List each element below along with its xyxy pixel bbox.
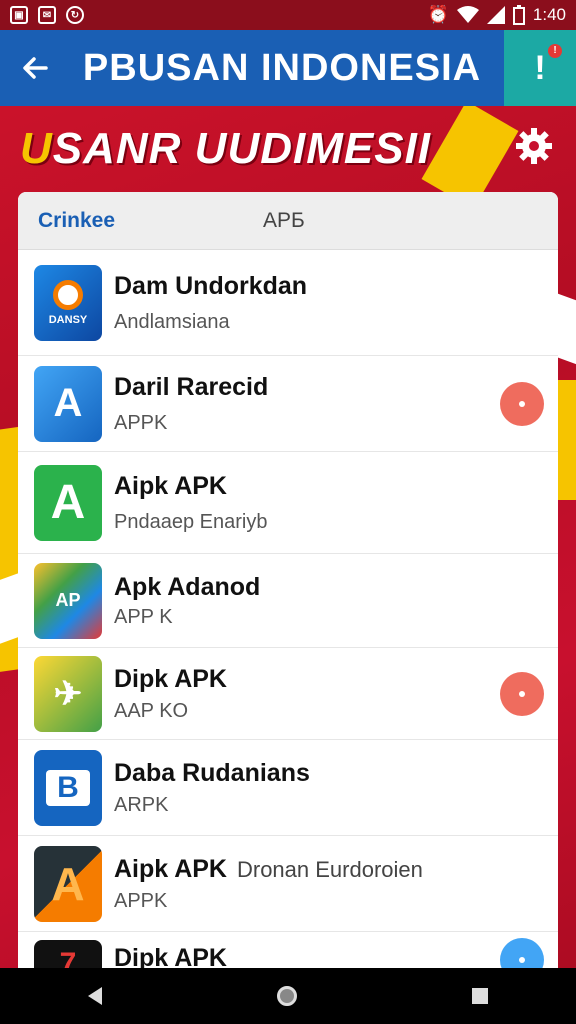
notification-badge: ! [548, 44, 562, 58]
app-icon: A [34, 464, 102, 541]
card-tabs: Crinkee APБ [18, 192, 558, 250]
status-time: 1:40 [532, 5, 566, 24]
list-item[interactable]: B Daba Rudanians ARPK [18, 740, 558, 836]
app-name: Apk Adanod [114, 572, 261, 601]
app-list-card: Crinkee APБ DANSY Dam Undorkdan Andlamsi… [18, 192, 558, 972]
settings-button[interactable] [514, 126, 554, 166]
app-subtitle: APPK [114, 411, 168, 434]
arrow-back-icon [23, 57, 48, 79]
status-dot[interactable] [500, 671, 544, 716]
message-icon: ✉ [38, 6, 56, 24]
settings-gear-icon [516, 128, 552, 164]
list-item[interactable]: ✈ Dipk APK AAP KO [18, 648, 558, 740]
alert-button[interactable]: ! ! [504, 30, 576, 106]
nav-back-icon[interactable] [87, 987, 102, 1005]
list-item[interactable]: A Aipk APK Pndaaep Enariyb [18, 452, 558, 554]
app-name: Aipk APK [114, 471, 227, 500]
list-item[interactable]: A Aipk APK Dronan Eurdoroien APPK [18, 836, 558, 932]
app-icon: A [34, 365, 102, 442]
navigation-bar [0, 968, 576, 1024]
alert-icon: ! [534, 48, 546, 87]
list-item[interactable]: A Daril Rarecid APPK [18, 356, 558, 452]
status-bar: ▣ ✉ ↻ ⏰ 1:40 [0, 0, 576, 30]
app-developer: Dronan Eurdoroien [236, 856, 423, 882]
app-icon: DANSY [34, 264, 102, 341]
wifi-icon [456, 6, 479, 23]
app-bar: PBUSAN INDONESIA ! ! [0, 30, 576, 106]
app-icon: ✈ [34, 655, 102, 732]
app-subtitle: Pndaaep Enariyb [114, 510, 268, 533]
app-name: Daril Rarecid [114, 372, 269, 401]
app-icon: A [34, 845, 102, 922]
app-subtitle: APP K [114, 605, 173, 628]
signal-icon [486, 6, 505, 24]
banner-title: USANR UUDIMESII [20, 124, 432, 173]
alarm-icon: ⏰ [427, 5, 449, 24]
list-item[interactable]: AP Apk Adanod APP K [18, 554, 558, 648]
tab-apb[interactable]: APБ [263, 209, 305, 233]
banner: USANR UUDIMESII [0, 106, 576, 192]
app-title: PBUSAN INDONESIA [82, 46, 482, 89]
tab-crinkee[interactable]: Crinkee [38, 209, 115, 233]
app-name: Daba Rudanians [114, 758, 310, 787]
back-button[interactable] [0, 30, 70, 106]
app-icon: B [34, 749, 102, 826]
app-name: Dipk APK [114, 664, 227, 693]
sync-icon: ↻ [66, 6, 84, 24]
app-name: Aipk APK Dronan Eurdoroien [114, 854, 423, 883]
image-icon: ▣ [10, 6, 28, 24]
app-subtitle: APPK [114, 889, 168, 912]
status-dot[interactable] [500, 381, 544, 426]
list-item[interactable]: 7 Dipk APK [18, 932, 558, 972]
nav-recents-icon[interactable] [472, 988, 489, 1004]
app-subtitle: ARPK [114, 793, 169, 816]
battery-icon [512, 5, 525, 25]
app-icon: AP [34, 562, 102, 639]
list-item[interactable]: DANSY Dam Undorkdan Andlamsiana [18, 250, 558, 356]
app-subtitle: AAP KO [114, 699, 189, 722]
app-name: Dam Undorkdan [114, 271, 308, 300]
nav-home-icon[interactable] [276, 986, 297, 1006]
app-subtitle: Andlamsiana [114, 310, 230, 333]
status-dot[interactable] [500, 938, 544, 972]
